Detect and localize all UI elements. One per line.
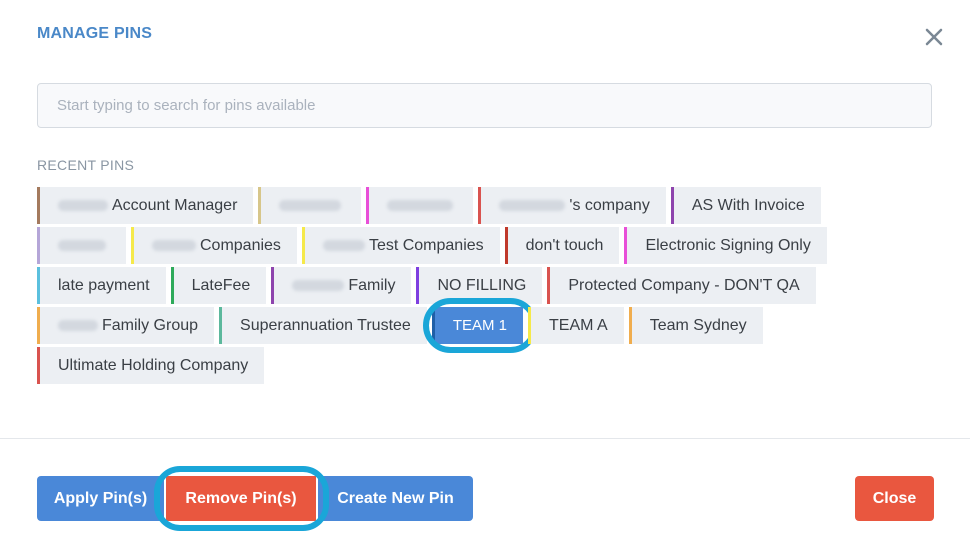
apply-pins-button[interactable]: Apply Pin(s) <box>37 476 164 521</box>
dialog-title: MANAGE PINS <box>37 25 153 42</box>
pin-tag[interactable]: Companies <box>131 227 297 264</box>
pin-tag[interactable]: Test Companies <box>301 227 500 264</box>
pin-label: Protected Company - DON'T QA <box>568 276 800 294</box>
recent-pins-list: Account Manager 's company AS With Invoi… <box>37 187 937 387</box>
pin-row: Ultimate Holding Company <box>37 347 937 384</box>
pin-label: Superannuation Trustee <box>240 316 411 334</box>
pin-label: AS With Invoice <box>691 196 805 214</box>
pin-tag[interactable]: TEAM A <box>528 307 624 344</box>
pin-label: don't touch <box>525 236 604 254</box>
close-icon[interactable] <box>921 24 947 50</box>
pin-label: TEAM 1 <box>452 317 508 334</box>
pin-label: 's company <box>569 196 650 214</box>
pin-tag-selected[interactable]: TEAM 1 <box>422 298 539 353</box>
pin-label: Companies <box>200 236 281 254</box>
pin-tag[interactable]: Family Group <box>37 307 215 344</box>
pin-label: late payment <box>58 276 150 294</box>
redacted-text <box>292 280 345 291</box>
redacted-text <box>499 200 566 211</box>
remove-pins-button[interactable]: Remove Pin(s) <box>166 476 316 521</box>
pin-label: LateFee <box>191 276 251 294</box>
footer-divider <box>0 438 970 439</box>
redacted-text <box>152 240 196 251</box>
pin-label: Test Companies <box>368 236 484 254</box>
pin-tag[interactable]: late payment <box>37 267 166 304</box>
pin-tag[interactable]: Ultimate Holding Company <box>37 347 265 384</box>
pin-label: TEAM A <box>549 316 608 334</box>
pin-tag[interactable] <box>366 187 474 224</box>
pin-tag[interactable]: Protected Company - DON'T QA <box>547 267 816 304</box>
pin-row: Companies Test Companies don't touch Ele… <box>37 227 937 264</box>
pin-search-input[interactable] <box>37 83 932 128</box>
pin-tag[interactable]: LateFee <box>170 267 267 304</box>
pin-tag[interactable]: Superannuation Trustee <box>219 307 427 344</box>
redacted-text <box>279 200 342 211</box>
redacted-text <box>322 240 365 251</box>
create-new-pin-button[interactable]: Create New Pin <box>318 476 473 521</box>
pin-tag[interactable]: NO FILLING <box>416 267 543 304</box>
pin-row: late payment LateFee Family NO FILLING P… <box>37 267 937 304</box>
pin-tag[interactable]: Account Manager <box>37 187 254 224</box>
pin-tag[interactable]: Team Sydney <box>628 307 763 344</box>
pin-tag[interactable]: 's company <box>478 187 666 224</box>
pin-label: Family <box>348 276 396 294</box>
redacted-text <box>387 200 454 211</box>
pin-row: Family Group Superannuation Trustee TEAM… <box>37 298 937 353</box>
pin-tag[interactable]: AS With Invoice <box>670 187 821 224</box>
redacted-text <box>58 320 98 331</box>
pin-label: Ultimate Holding Company <box>58 356 249 374</box>
pin-label: NO FILLING <box>437 276 527 294</box>
pin-tag[interactable]: Electronic Signing Only <box>624 227 827 264</box>
pin-row: Account Manager 's company AS With Invoi… <box>37 187 937 224</box>
pin-tag[interactable] <box>258 187 362 224</box>
pin-label: Family Group <box>102 316 199 334</box>
pin-tag[interactable]: Family <box>271 267 412 304</box>
pin-label: Electronic Signing Only <box>645 236 811 254</box>
pin-tag[interactable]: don't touch <box>504 227 620 264</box>
close-button[interactable]: Close <box>855 476 934 521</box>
pin-tag[interactable] <box>37 227 126 264</box>
redacted-text <box>58 200 108 211</box>
pin-label: Team Sydney <box>649 316 747 334</box>
pin-label: Account Manager <box>112 196 238 214</box>
redacted-text <box>58 240 106 251</box>
recent-pins-label: RECENT PINS <box>37 157 135 173</box>
